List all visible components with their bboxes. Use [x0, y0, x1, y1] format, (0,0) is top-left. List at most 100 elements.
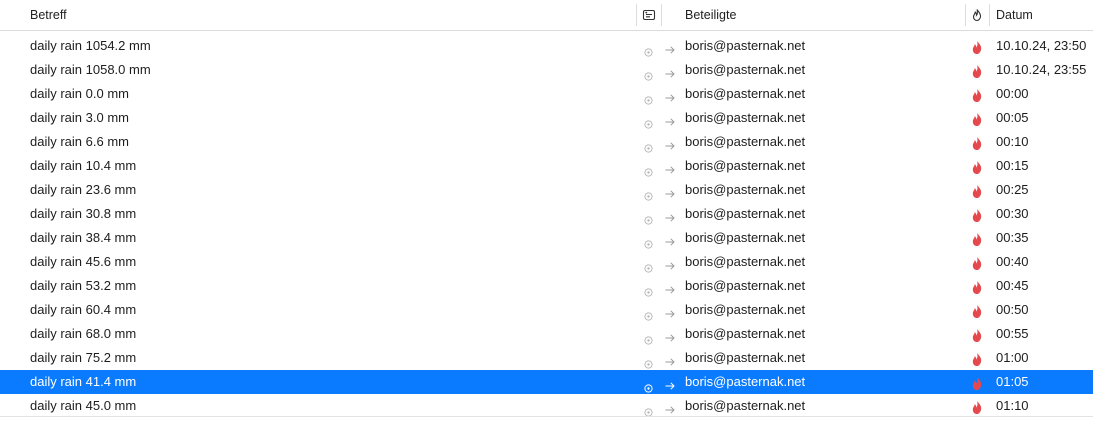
arrow-right-icon: [664, 280, 676, 294]
junk-flame-icon[interactable]: [970, 183, 984, 198]
junk-flame-icon[interactable]: [970, 63, 984, 78]
arrow-right-icon: [664, 328, 676, 342]
column-separator[interactable]: [989, 4, 990, 26]
column-separator[interactable]: [636, 4, 637, 26]
message-subject: daily rain 30.8 mm: [30, 206, 137, 221]
read-status-icon[interactable]: [644, 89, 653, 105]
read-status-icon[interactable]: [644, 353, 653, 369]
read-status-icon[interactable]: [644, 329, 653, 345]
message-correspondent: boris@pasternak.net: [685, 62, 806, 77]
arrow-right-icon: [664, 160, 676, 174]
read-status-icon[interactable]: [644, 305, 653, 321]
junk-flame-icon[interactable]: [970, 303, 984, 318]
message-subject: daily rain 23.6 mm: [30, 182, 137, 197]
read-status-icon[interactable]: [644, 257, 653, 273]
message-list-header: Betreff Beteiligte Datum: [0, 0, 1093, 31]
junk-status-header-icon[interactable]: [970, 8, 984, 22]
message-correspondent: boris@pasternak.net: [685, 86, 806, 101]
junk-flame-icon[interactable]: [970, 111, 984, 126]
read-status-icon[interactable]: [644, 185, 653, 201]
junk-flame-icon[interactable]: [970, 255, 984, 270]
message-row[interactable]: daily rain 23.6 mm boris@pasternak.net 00:…: [0, 178, 1093, 202]
read-status-icon[interactable]: [644, 161, 653, 177]
read-status-icon[interactable]: [644, 233, 653, 249]
message-date: 00:05: [996, 110, 1029, 125]
message-row[interactable]: daily rain 75.2 mm boris@pasternak.net 01:…: [0, 346, 1093, 370]
message-date: 01:10: [996, 398, 1029, 413]
arrow-right-icon: [664, 400, 676, 414]
message-date: 01:05: [996, 374, 1029, 389]
message-date: 00:55: [996, 326, 1029, 341]
message-row[interactable]: daily rain 45.0 mm boris@pasternak.net 01:…: [0, 394, 1093, 418]
message-subject: daily rain 38.4 mm: [30, 230, 137, 245]
message-row[interactable]: daily rain 38.4 mm boris@pasternak.net 00:…: [0, 226, 1093, 250]
arrow-right-icon: [664, 304, 676, 318]
message-correspondent: boris@pasternak.net: [685, 230, 806, 245]
message-subject: daily rain 45.0 mm: [30, 398, 137, 413]
message-subject: daily rain 6.6 mm: [30, 134, 129, 149]
junk-flame-icon[interactable]: [970, 279, 984, 294]
message-date: 00:10: [996, 134, 1029, 149]
column-separator[interactable]: [965, 4, 966, 26]
message-correspondent: boris@pasternak.net: [685, 38, 806, 53]
message-subject: daily rain 1058.0 mm: [30, 62, 151, 77]
junk-flame-icon[interactable]: [970, 399, 984, 414]
read-status-icon[interactable]: [644, 209, 653, 225]
message-row[interactable]: daily rain 53.2 mm boris@pasternak.net 00:…: [0, 274, 1093, 298]
read-status-icon[interactable]: [644, 41, 653, 57]
arrow-right-icon: [664, 232, 676, 246]
message-row[interactable]: daily rain 68.0 mm boris@pasternak.net 00:…: [0, 322, 1093, 346]
message-correspondent: boris@pasternak.net: [685, 398, 806, 413]
message-row[interactable]: daily rain 30.8 mm boris@pasternak.net 00:…: [0, 202, 1093, 226]
arrow-right-icon: [664, 40, 676, 54]
junk-flame-icon[interactable]: [970, 39, 984, 54]
column-separator[interactable]: [661, 4, 662, 26]
message-date: 00:30: [996, 206, 1029, 221]
read-status-icon[interactable]: [644, 137, 653, 153]
junk-flame-icon[interactable]: [970, 351, 984, 366]
junk-flame-icon[interactable]: [970, 135, 984, 150]
message-correspondent: boris@pasternak.net: [685, 302, 806, 317]
message-correspondent: boris@pasternak.net: [685, 182, 806, 197]
message-row[interactable]: daily rain 0.0 mm boris@pasternak.net 00:0…: [0, 82, 1093, 106]
arrow-right-icon: [664, 112, 676, 126]
column-header-beteiligte[interactable]: Beteiligte: [685, 0, 736, 30]
message-correspondent: boris@pasternak.net: [685, 326, 806, 341]
message-date: 00:25: [996, 182, 1029, 197]
junk-flame-icon[interactable]: [970, 87, 984, 102]
message-date: 00:00: [996, 86, 1029, 101]
read-status-icon[interactable]: [644, 65, 653, 81]
junk-flame-icon[interactable]: [970, 231, 984, 246]
arrow-right-icon: [664, 256, 676, 270]
column-header-datum[interactable]: Datum: [996, 0, 1033, 30]
junk-flame-icon[interactable]: [970, 327, 984, 342]
junk-flame-icon[interactable]: [970, 375, 984, 390]
read-status-icon[interactable]: [644, 377, 653, 393]
message-row[interactable]: daily rain 6.6 mm boris@pasternak.net 00:1…: [0, 130, 1093, 154]
message-row[interactable]: daily rain 1058.0 mm boris@pasternak.net 1…: [0, 58, 1093, 82]
message-date: 10.10.24, 23:50: [996, 38, 1087, 53]
junk-flame-icon[interactable]: [970, 207, 984, 222]
message-correspondent: boris@pasternak.net: [685, 206, 806, 221]
message-row[interactable]: daily rain 45.6 mm boris@pasternak.net 00:…: [0, 250, 1093, 274]
message-row[interactable]: daily rain 10.4 mm boris@pasternak.net 00:…: [0, 154, 1093, 178]
arrow-right-icon: [664, 352, 676, 366]
message-date: 00:50: [996, 302, 1029, 317]
message-correspondent: boris@pasternak.net: [685, 158, 806, 173]
message-row[interactable]: daily rain 3.0 mm boris@pasternak.net 00:0…: [0, 106, 1093, 130]
message-row-selected[interactable]: daily rain 41.4 mm boris@pasternak.net 01:…: [0, 370, 1093, 394]
arrow-right-icon: [664, 208, 676, 222]
read-status-icon[interactable]: [644, 113, 653, 129]
read-status-icon[interactable]: [644, 401, 653, 417]
attachment-header-icon[interactable]: [642, 8, 656, 22]
message-row[interactable]: daily rain 60.4 mm boris@pasternak.net 00:…: [0, 298, 1093, 322]
read-status-icon[interactable]: [644, 281, 653, 297]
message-row[interactable]: daily rain 1054.2 mm boris@pasternak.net 1…: [0, 34, 1093, 58]
arrow-right-icon: [664, 376, 676, 390]
junk-flame-icon[interactable]: [970, 159, 984, 174]
message-correspondent: boris@pasternak.net: [685, 254, 806, 269]
message-subject: daily rain 53.2 mm: [30, 278, 137, 293]
column-header-betreff[interactable]: Betreff: [30, 0, 67, 30]
message-subject: daily rain 0.0 mm: [30, 86, 129, 101]
message-correspondent: boris@pasternak.net: [685, 350, 806, 365]
